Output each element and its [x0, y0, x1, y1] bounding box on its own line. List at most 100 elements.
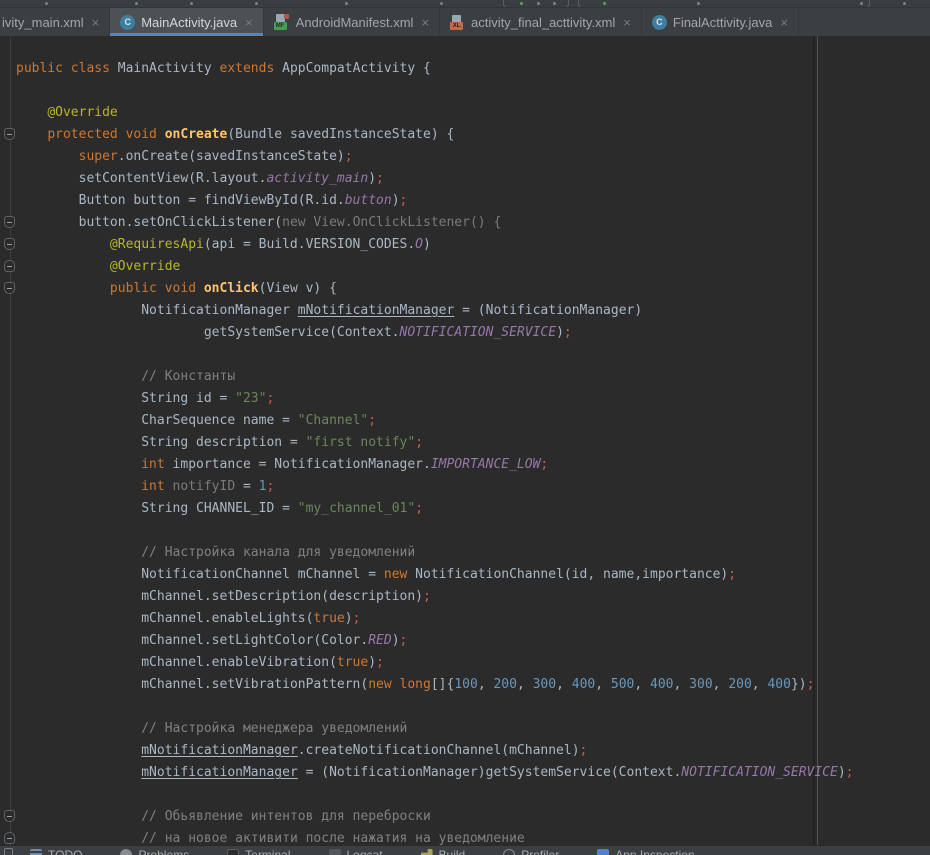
fold-marker-icon[interactable] [4, 282, 15, 294]
code-token: 400 [650, 677, 673, 692]
close-tab-icon[interactable]: × [623, 16, 631, 29]
fold-marker-icon[interactable] [4, 238, 15, 250]
code-line[interactable]: mChannel.setDescription(description); [16, 586, 930, 608]
close-tab-icon[interactable]: × [421, 16, 429, 29]
code-line[interactable]: super.onCreate(savedInstanceState); [16, 146, 930, 168]
close-tab-icon[interactable]: × [92, 16, 100, 29]
toolbar-icon[interactable] [553, 2, 556, 5]
code-line[interactable]: mChannel.enableLights(true); [16, 608, 930, 630]
code-line[interactable]: NotificationChannel mChannel = new Notif… [16, 564, 930, 586]
code-line[interactable] [16, 784, 930, 806]
toolbar-icon[interactable] [860, 2, 863, 5]
toolbar-icon[interactable] [537, 2, 540, 5]
code-line[interactable]: public void onClick(View v) { [16, 278, 930, 300]
run-icon[interactable] [520, 2, 523, 5]
code-token: activity_main [266, 171, 368, 186]
code-token: 200 [493, 677, 516, 692]
code-line[interactable]: button.setOnClickListener(new View.OnCli… [16, 212, 930, 234]
code-token: }) [791, 677, 807, 692]
tool-window-button-build[interactable]: Build [421, 848, 466, 855]
code-line[interactable]: setContentView(R.layout.activity_main); [16, 168, 930, 190]
code-token: String CHANNEL_ID = [141, 501, 298, 516]
toolbar-icon[interactable] [255, 2, 258, 5]
code-line[interactable] [16, 80, 930, 102]
fold-marker-icon[interactable] [4, 810, 15, 822]
code-line[interactable]: NotificationManager mNotificationManager… [16, 300, 930, 322]
fold-marker-icon[interactable] [4, 128, 15, 140]
code-token: , [595, 677, 611, 692]
code-token: ; [376, 655, 384, 670]
tool-window-button-profiler[interactable]: Profiler [503, 848, 559, 855]
toolbar-icon[interactable] [440, 2, 443, 5]
code-token: , [517, 677, 533, 692]
tool-window-button-terminal[interactable]: Terminal [227, 848, 290, 855]
code-line[interactable]: CharSequence name = "Channel"; [16, 410, 930, 432]
code-line[interactable]: getSystemService(Context.NOTIFICATION_SE… [16, 322, 930, 344]
code-line[interactable]: int notifyID = 1; [16, 476, 930, 498]
code-line[interactable]: // Настройка канала для уведомлений [16, 542, 930, 564]
code-line[interactable]: // Константы [16, 366, 930, 388]
toolbar-icon[interactable] [345, 2, 348, 5]
toolbar-icon[interactable] [903, 2, 906, 5]
tool-window-button-logcat[interactable]: Logcat [329, 848, 383, 855]
window-layout-icon[interactable] [4, 848, 13, 855]
code-token: (api = Build.VERSION_CODES. [204, 237, 415, 252]
code-token: ; [580, 743, 588, 758]
code-line[interactable]: // Обьявление интентов для переброски [16, 806, 930, 828]
tool-window-label: Logcat [347, 848, 383, 855]
code-token: , [556, 677, 572, 692]
code-line[interactable]: mChannel.enableVibration(true); [16, 652, 930, 674]
logcat-icon [329, 849, 341, 855]
run-icon[interactable] [603, 2, 606, 5]
code-line[interactable]: @Override [16, 102, 930, 124]
code-line[interactable]: String id = "23"; [16, 388, 930, 410]
tool-window-button-problems[interactable]: Problems [120, 848, 189, 855]
toolbar-icon[interactable] [45, 2, 48, 5]
code-line[interactable]: mChannel.setVibrationPattern(new long[]{… [16, 674, 930, 696]
editor-tab[interactable]: MFAndroidManifest.xml× [264, 8, 440, 36]
code-line[interactable]: protected void onCreate(Bundle savedInst… [16, 124, 930, 146]
code-token: ; [564, 325, 572, 340]
code-line[interactable]: mNotificationManager = (NotificationMana… [16, 762, 930, 784]
code-token: 500 [611, 677, 634, 692]
close-tab-icon[interactable]: × [780, 16, 788, 29]
toolbar-icon[interactable] [697, 2, 700, 5]
inspect-icon [597, 849, 609, 855]
code-line[interactable]: mNotificationManager.createNotificationC… [16, 740, 930, 762]
code-line[interactable]: // на новое активити после нажатия на ув… [16, 828, 930, 847]
code-line[interactable] [16, 344, 930, 366]
code-token: mChannel.enableLights( [141, 611, 313, 626]
code-line[interactable]: @RequiresApi(api = Build.VERSION_CODES.O… [16, 234, 930, 256]
code-line[interactable]: public class MainActivity extends AppCom… [16, 58, 930, 80]
code-line[interactable] [16, 520, 930, 542]
editor-tab[interactable]: CMainActivity.java× [110, 8, 263, 36]
code-line[interactable]: String CHANNEL_ID = "my_channel_01"; [16, 498, 930, 520]
code-line[interactable]: Button button = findViewById(R.id.button… [16, 190, 930, 212]
code-token: int [141, 479, 164, 494]
editor-tab[interactable]: ivity_main.xml× [0, 8, 110, 36]
code-line[interactable]: String description = "first notify"; [16, 432, 930, 454]
close-tab-icon[interactable]: × [245, 16, 253, 29]
toolbar-icon[interactable] [135, 2, 138, 5]
code-token: "23" [235, 391, 266, 406]
tool-window-button-todo[interactable]: TODO [30, 848, 82, 855]
run-configuration-group[interactable] [578, 0, 870, 8]
tool-window-label: Profiler [521, 848, 559, 855]
fold-marker-icon[interactable] [4, 832, 15, 844]
code-line[interactable]: int importance = NotificationManager.IMP… [16, 454, 930, 476]
fold-marker-icon[interactable] [4, 260, 15, 272]
editor-tab[interactable]: XLactivity_final_acttivity.xml× [440, 8, 642, 36]
code-token: // на новое активити после нажатия на ув… [141, 831, 525, 846]
tool-window-button-app-inspection[interactable]: App Inspection [597, 848, 694, 855]
fold-marker-icon[interactable] [4, 216, 15, 228]
code-line[interactable]: mChannel.setLightColor(Color.RED); [16, 630, 930, 652]
editor-tab[interactable]: CFinalActtivity.java× [642, 8, 799, 36]
code-token: // Настройка канала для уведомлений [141, 545, 415, 560]
code-line[interactable]: @Override [16, 256, 930, 278]
code-token: onCreate [165, 127, 228, 142]
device-selector-button[interactable] [503, 0, 569, 8]
toolbar-icon[interactable] [190, 2, 193, 5]
code-line[interactable]: // Настройка менеджера уведомлений [16, 718, 930, 740]
code-line[interactable] [16, 696, 930, 718]
code-editor[interactable]: public class MainActivity extends AppCom… [0, 36, 930, 847]
